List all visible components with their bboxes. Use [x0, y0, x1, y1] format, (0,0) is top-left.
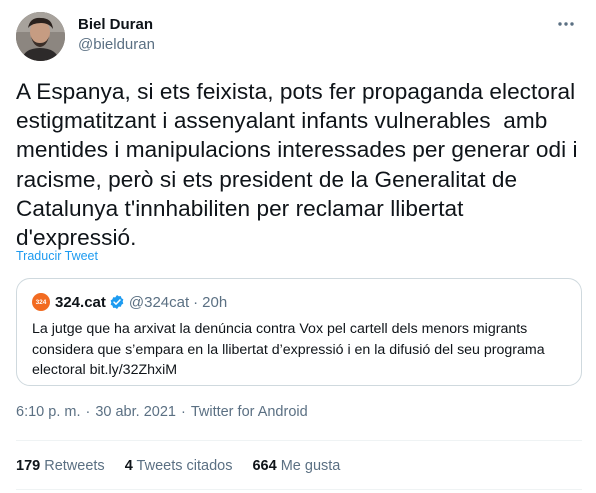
tweet-detail: Biel Duran @bielduran A Espanya, si ets … [0, 0, 596, 493]
retweets-label: Retweets [44, 458, 105, 474]
quoted-timestamp: 20h [202, 293, 228, 311]
tweet-metadata: 6:10 p. m. · 30 abr. 2021 · Twitter for Andr… [16, 404, 308, 420]
tweet-time[interactable]: 6:10 p. m. [16, 404, 80, 420]
author-block: Biel Duran @bielduran [78, 15, 155, 55]
verified-badge-icon [110, 295, 124, 309]
author-name[interactable]: Biel Duran [78, 15, 155, 35]
quote-tweets-count: 4 [124, 458, 133, 474]
tweet-date[interactable]: 30 abr. 2021 [95, 404, 176, 420]
quote-tweets-label: Tweets citados [136, 458, 233, 474]
quote-tweets-stat[interactable]: 4 Tweets citados [125, 458, 233, 474]
likes-stat[interactable]: 664 Me gusta [252, 458, 340, 474]
separator-dot: · [193, 293, 199, 311]
likes-label: Me gusta [280, 458, 341, 474]
retweets-stat[interactable]: 179 Retweets [16, 458, 105, 474]
tweet-stats: 179 Retweets 4 Tweets citados 664 Me gus… [16, 458, 360, 474]
more-options-button[interactable] [556, 14, 576, 34]
author-handle[interactable]: @bielduran [78, 35, 155, 55]
tweet-text: A Espanya, si ets feixista, pots fer pro… [16, 79, 578, 251]
quoted-tweet-header: 324 324.cat @324cat · 20h [32, 292, 227, 312]
tweet-header: Biel Duran @bielduran [16, 12, 580, 62]
avatar[interactable] [16, 12, 65, 61]
quoted-author-name: 324.cat [55, 293, 106, 311]
more-horizontal-icon [558, 22, 574, 26]
divider [16, 440, 582, 441]
quoted-tweet[interactable]: 324 324.cat @324cat · 20h La jutge que h… [16, 278, 582, 386]
quoted-tweet-text: La jutge que ha arxivat la denúncia cont… [32, 321, 545, 379]
separator-dot: · [85, 404, 91, 420]
translate-tweet-link[interactable]: Traducir Tweet [16, 249, 98, 263]
tweet-source[interactable]: Twitter for Android [191, 404, 308, 420]
likes-count: 664 [252, 458, 277, 474]
quoted-author-handle: @324cat [128, 293, 190, 311]
divider [16, 489, 582, 490]
quoted-avatar: 324 [32, 293, 50, 311]
separator-dot: · [180, 404, 186, 420]
retweets-count: 179 [16, 458, 41, 474]
avatar-image [16, 12, 65, 61]
